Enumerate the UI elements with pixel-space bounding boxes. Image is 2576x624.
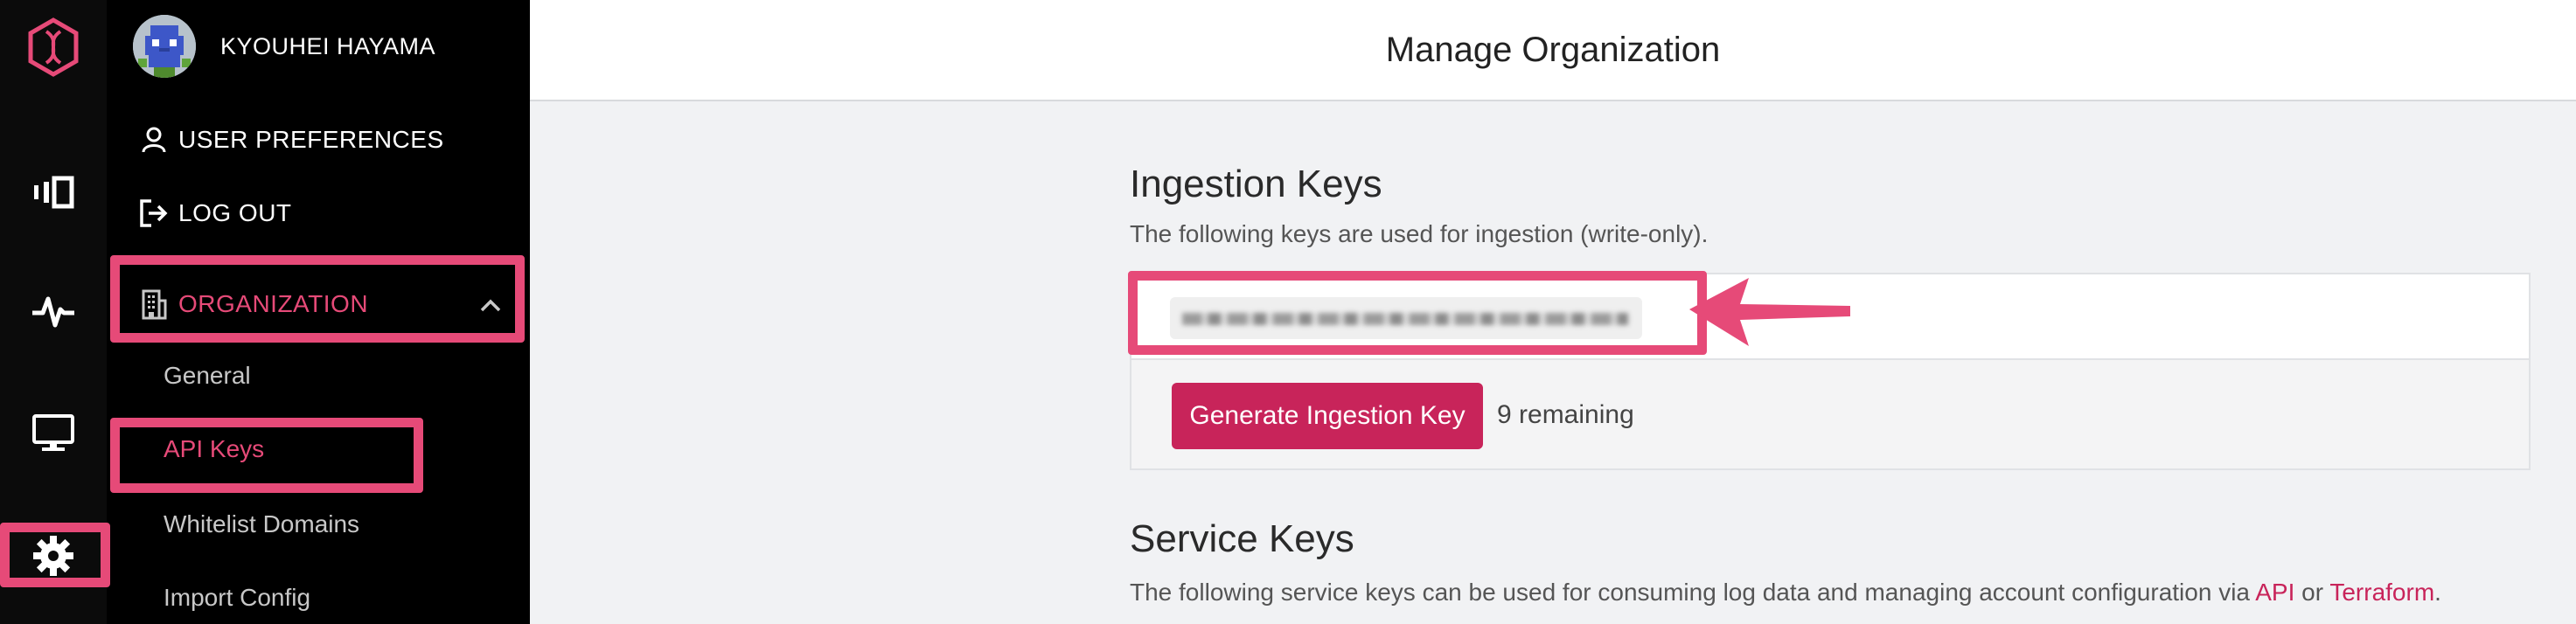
terraform-link[interactable]: Terraform — [2329, 579, 2434, 606]
submenu-import-config[interactable]: Import Config — [164, 584, 310, 612]
user-icon — [136, 122, 171, 157]
submenu-whitelist-domains[interactable]: Whitelist Domains — [164, 510, 359, 538]
ingestion-keys-title: Ingestion Keys — [1130, 163, 1382, 205]
highlight-settings — [0, 523, 110, 587]
highlight-ingestion-key — [1128, 271, 1707, 355]
page-title: Manage Organization — [1385, 30, 1721, 69]
user-preferences-label: USER PREFERENCES — [178, 126, 444, 153]
period-text: . — [2434, 579, 2441, 606]
generate-ingestion-key-button[interactable]: Generate Ingestion Key — [1172, 383, 1483, 449]
avatar — [133, 15, 196, 78]
logout-link[interactable]: LOG OUT — [136, 194, 292, 232]
pulse-icon[interactable] — [0, 285, 107, 337]
keys-remaining: 9 remaining — [1497, 400, 1634, 429]
logout-icon — [136, 196, 171, 231]
or-text: or — [2301, 579, 2324, 606]
submenu-general[interactable]: General — [164, 362, 251, 390]
page-header: Manage Organization — [530, 0, 2576, 101]
logo-icon[interactable] — [0, 12, 107, 82]
generate-key-row: Generate Ingestion Key 9 remaining — [1130, 360, 2531, 470]
ingestion-keys-description: The following keys are used for ingestio… — [1130, 220, 1709, 247]
pointer-arrow-icon — [1689, 278, 1850, 346]
monitor-icon[interactable] — [0, 407, 107, 460]
views-icon[interactable] — [0, 166, 107, 218]
service-keys-description: The following service keys can be used f… — [1130, 579, 2441, 607]
service-keys-title: Service Keys — [1130, 517, 1354, 560]
logout-label: LOG OUT — [178, 199, 292, 226]
highlight-api-keys — [110, 418, 423, 493]
user-profile[interactable]: KYOUHEI HAYAMA — [133, 15, 435, 78]
api-link[interactable]: API — [2255, 579, 2294, 606]
user-name: KYOUHEI HAYAMA — [220, 32, 436, 59]
service-keys-description-text: The following service keys can be used f… — [1130, 579, 2250, 606]
highlight-organization — [110, 255, 525, 343]
user-preferences-link[interactable]: USER PREFERENCES — [136, 121, 444, 159]
